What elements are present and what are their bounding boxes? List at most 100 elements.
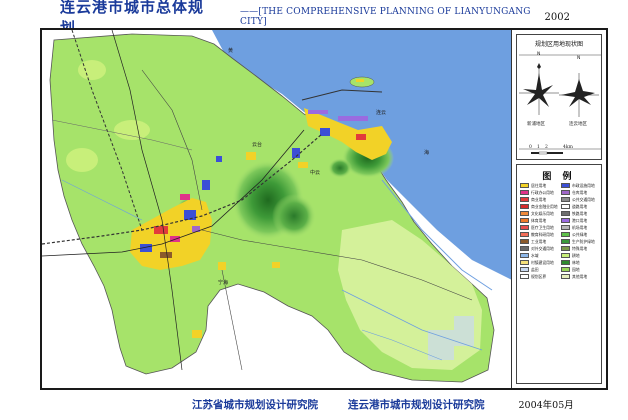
legend-label: 生产防护绿地 bbox=[572, 238, 595, 244]
map-sheet: 连云港市城市总体规划 ——[THE COMPREHENSIVE PLANNING… bbox=[0, 0, 628, 420]
commercial-block bbox=[356, 134, 366, 140]
sea-label: 黄 bbox=[228, 47, 233, 54]
admin-block bbox=[180, 194, 190, 200]
legend-label: 商业用地 bbox=[531, 196, 547, 202]
town-settlement bbox=[218, 262, 226, 270]
legend-box: 图 例 居住用地 市政设施用地 行政办公用地 仓库用地 商业用地 公共交通用地 商业金融业用… bbox=[516, 164, 602, 384]
legend-item: 商业用地 bbox=[520, 197, 559, 202]
wind-rose-right bbox=[559, 73, 599, 117]
legend-label: 市政设施用地 bbox=[572, 182, 595, 188]
legend-label: 公共交通用地 bbox=[572, 196, 595, 202]
legend-label: 商业金融业用地 bbox=[531, 203, 558, 209]
legend-swatch bbox=[561, 246, 570, 251]
legend-label: 文化娱乐用地 bbox=[531, 210, 554, 216]
legend-item: 耕地 bbox=[561, 253, 600, 258]
scale-tick: 0 bbox=[529, 145, 532, 150]
utility-block bbox=[320, 128, 330, 136]
farmland-patch bbox=[114, 120, 150, 140]
scale-tick: 2 bbox=[545, 145, 548, 150]
legend-label: 医疗卫生用地 bbox=[531, 224, 554, 230]
town-settlement bbox=[246, 152, 256, 160]
farmland-patch bbox=[66, 148, 98, 172]
legend-label: 行政办公用地 bbox=[531, 189, 554, 195]
legend-swatch bbox=[561, 232, 570, 237]
land-use-map[interactable]: 黄 海 云台 宁海 中云 连云 bbox=[42, 30, 512, 388]
legend-swatch bbox=[520, 253, 529, 258]
legend-label: 体育用地 bbox=[531, 217, 547, 223]
legend-label: 林地 bbox=[572, 259, 580, 265]
industrial-block bbox=[160, 252, 172, 258]
legend-item: 文化娱乐用地 bbox=[520, 211, 559, 216]
legend-label: 道路用地 bbox=[572, 203, 588, 209]
legend-label: 机场用地 bbox=[572, 224, 588, 230]
scale-tick: 1 bbox=[537, 145, 540, 150]
legend-item: 行政办公用地 bbox=[520, 190, 559, 195]
scale-bar bbox=[531, 151, 563, 155]
map-title-english: ——[THE COMPREHENSIVE PLANNING OF LIANYUN… bbox=[239, 7, 531, 27]
scale-tick: 4km bbox=[563, 145, 573, 150]
north-label: N bbox=[537, 52, 541, 57]
utility-block bbox=[216, 156, 222, 162]
legend-item: 盐田 bbox=[520, 267, 559, 272]
place-label: 连云 bbox=[376, 109, 386, 116]
town-settlement bbox=[272, 262, 280, 268]
legend-label: 教育科研用地 bbox=[531, 231, 554, 237]
legend-swatch bbox=[561, 260, 570, 265]
legend-label: 公共绿地 bbox=[572, 231, 588, 237]
legend-item: 铁路用地 bbox=[561, 211, 600, 216]
legend-title: 图 例 bbox=[542, 172, 576, 182]
legend-swatch bbox=[520, 218, 529, 223]
port-land bbox=[308, 110, 328, 114]
place-label: 中云 bbox=[310, 169, 320, 176]
legend-item: 特殊用地 bbox=[561, 246, 600, 251]
org-lianyungang: 连云港市城市规划设计研究院 bbox=[348, 398, 485, 411]
plan-year: 2002 bbox=[544, 11, 570, 23]
legend-swatch bbox=[561, 274, 570, 279]
inset-box: 规划区用地现状图 N N 新浦地区 连云地区 0 1 2 4km bbox=[516, 34, 602, 160]
legend-swatch bbox=[520, 232, 529, 237]
legend-swatch bbox=[561, 225, 570, 230]
legend-swatch bbox=[520, 211, 529, 216]
org-jiangsu: 江苏省城市规划设计研究院 bbox=[192, 398, 318, 411]
legend-item: 林地 bbox=[561, 260, 600, 265]
legend-swatch bbox=[520, 204, 529, 209]
legend-item: 商业金融业用地 bbox=[520, 204, 559, 209]
utility-block bbox=[202, 180, 210, 190]
legend-item: 道路用地 bbox=[561, 204, 600, 209]
legend-item: 市政设施用地 bbox=[561, 183, 600, 188]
wind-rose-panel bbox=[519, 54, 601, 150]
legend-swatch bbox=[561, 204, 570, 209]
legend-label: 水域 bbox=[531, 252, 539, 258]
island-settlement bbox=[356, 79, 364, 82]
legend-item: 公共绿地 bbox=[561, 232, 600, 237]
wind-rose-left bbox=[519, 63, 559, 115]
map-area[interactable]: 黄 海 云台 宁海 中云 连云 bbox=[42, 30, 512, 388]
town-settlement bbox=[192, 330, 202, 338]
legend-item: 教育科研用地 bbox=[520, 232, 559, 237]
legend-label: 对外交通用地 bbox=[531, 245, 554, 251]
legend-swatch bbox=[561, 239, 570, 244]
farmland-patch bbox=[78, 60, 106, 80]
legend-label: 村镇建设用地 bbox=[531, 259, 554, 265]
legend-swatch bbox=[520, 260, 529, 265]
sea-label: 海 bbox=[424, 149, 429, 156]
legend-swatch bbox=[561, 211, 570, 216]
legend-swatch bbox=[520, 239, 529, 244]
north-label: N bbox=[577, 56, 581, 61]
mountain-area bbox=[272, 194, 316, 238]
legend-item: 仓库用地 bbox=[561, 190, 600, 195]
legend-swatch bbox=[520, 190, 529, 195]
legend-swatch bbox=[520, 246, 529, 251]
legend-item: 对外交通用地 bbox=[520, 246, 559, 251]
legend-label: 铁路用地 bbox=[572, 210, 588, 216]
map-frame: 黄 海 云台 宁海 中云 连云 规划区用地现状图 N N 新浦地区 连云地区 0… bbox=[40, 28, 608, 390]
legend-item: 公共交通用地 bbox=[561, 197, 600, 202]
rose-left-label: 新浦地区 bbox=[527, 122, 545, 127]
legend-item: 其他用地 bbox=[561, 274, 600, 279]
legend-swatch bbox=[561, 197, 570, 202]
legend-swatch bbox=[520, 197, 529, 202]
footer-date: 2004年05月 bbox=[518, 400, 574, 411]
legend-label: 港口用地 bbox=[572, 217, 588, 223]
legend-list: 居住用地 市政设施用地 行政办公用地 仓库用地 商业用地 公共交通用地 商业金融业用地 道路用… bbox=[520, 183, 600, 279]
legend-item: 生产防护绿地 bbox=[561, 239, 600, 244]
